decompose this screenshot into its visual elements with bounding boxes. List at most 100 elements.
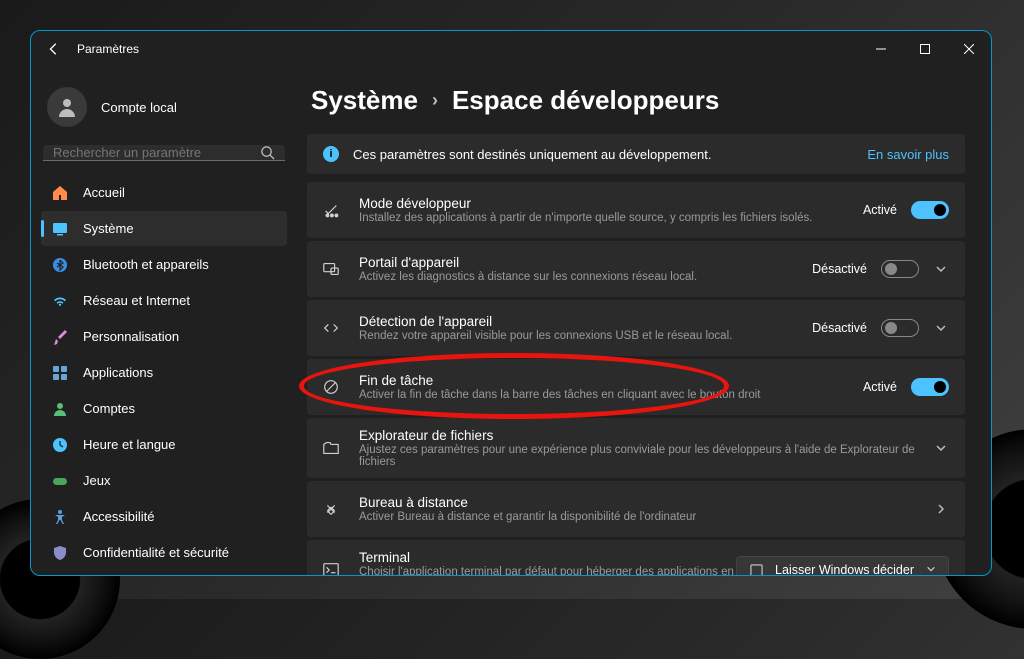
brush-icon — [51, 328, 69, 346]
sidebar-item-label: Confidentialité et sécurité — [83, 545, 229, 560]
sidebar-item-label: Personnalisation — [83, 329, 179, 344]
chevron-down-icon[interactable] — [933, 320, 949, 336]
setting-desc: Rendez votre appareil visible pour les c… — [359, 330, 812, 342]
sidebar-item-home[interactable]: Accueil — [41, 175, 287, 210]
toggle-state-label: Activé — [863, 203, 897, 217]
accounts-icon — [51, 400, 69, 418]
info-text: Ces paramètres sont destinés uniquement … — [353, 147, 711, 162]
sidebar-item-label: Réseau et Internet — [83, 293, 190, 308]
setting-card-3[interactable]: Fin de tâche Activer la fin de tâche dan… — [307, 359, 965, 415]
games-icon — [51, 472, 69, 490]
sidebar-item-system[interactable]: Système — [41, 211, 287, 246]
setting-desc: Installez des applications à partir de n… — [359, 212, 863, 224]
terminal-dropdown-label: Laisser Windows décider — [775, 563, 914, 575]
sidebar-item-games[interactable]: Jeux — [41, 463, 287, 498]
back-arrow-icon[interactable] — [45, 40, 63, 58]
toggle-switch[interactable] — [911, 378, 949, 396]
sidebar-item-accounts[interactable]: Comptes — [41, 391, 287, 426]
home-icon — [51, 184, 69, 202]
sidebar-item-label: Applications — [83, 365, 153, 380]
search-input[interactable] — [53, 145, 260, 160]
bluetooth-icon — [51, 256, 69, 274]
setting-card-0[interactable]: Mode développeur Installez des applicati… — [307, 182, 965, 238]
sidebar-item-time[interactable]: Heure et langue — [41, 427, 287, 462]
wifi-icon — [51, 292, 69, 310]
privacy-icon — [51, 544, 69, 562]
window-title: Paramètres — [77, 42, 139, 56]
setting-title: Terminal — [359, 550, 736, 565]
sidebar-item-accessibility[interactable]: Accessibilité — [41, 499, 287, 534]
setting-card-4[interactable]: Explorateur de fichiers Ajustez ces para… — [307, 418, 965, 478]
setting-card-2[interactable]: Détection de l'appareil Rendez votre app… — [307, 300, 965, 356]
sidebar-item-label: Heure et langue — [83, 437, 176, 452]
setting-right — [933, 501, 949, 517]
sidebar-item-update[interactable]: Windows Update — [41, 571, 287, 575]
setting-icon-6 — [321, 560, 341, 575]
search-box[interactable] — [43, 145, 285, 161]
toggle-switch[interactable] — [881, 260, 919, 278]
setting-icon-2 — [321, 318, 341, 338]
sidebar: Compte local Accueil Système Bluetooth et … — [31, 67, 297, 575]
toggle-state-label: Activé — [863, 380, 897, 394]
setting-title: Mode développeur — [359, 196, 863, 211]
setting-text: Terminal Choisir l'application terminal … — [359, 550, 736, 575]
sidebar-item-apps[interactable]: Applications — [41, 355, 287, 390]
sidebar-item-label: Comptes — [83, 401, 135, 416]
terminal-small-icon — [749, 563, 763, 575]
setting-title: Bureau à distance — [359, 495, 933, 510]
chevron-down-icon[interactable] — [933, 261, 949, 277]
toggle-switch[interactable] — [911, 201, 949, 219]
setting-icon-1 — [321, 259, 341, 279]
search-icon — [260, 145, 275, 160]
setting-text: Portail d'appareil Activez les diagnosti… — [359, 255, 812, 283]
minimize-button[interactable] — [859, 31, 903, 67]
setting-title: Portail d'appareil — [359, 255, 812, 270]
chevron-right-icon: › — [432, 90, 438, 111]
terminal-dropdown[interactable]: Laisser Windows décider — [736, 556, 949, 575]
setting-text: Détection de l'appareil Rendez votre app… — [359, 314, 812, 342]
sidebar-item-brush[interactable]: Personnalisation — [41, 319, 287, 354]
chevron-right-icon[interactable] — [933, 501, 949, 517]
toggle-state-label: Désactivé — [812, 321, 867, 335]
close-button[interactable] — [947, 31, 991, 67]
accessibility-icon — [51, 508, 69, 526]
avatar — [47, 87, 87, 127]
breadcrumb-system[interactable]: Système — [311, 85, 418, 116]
setting-text: Explorateur de fichiers Ajustez ces para… — [359, 428, 933, 468]
setting-card-5[interactable]: Bureau à distance Activer Bureau à dista… — [307, 481, 965, 537]
sidebar-item-label: Accessibilité — [83, 509, 155, 524]
setting-desc: Activer la fin de tâche dans la barre de… — [359, 389, 863, 401]
setting-text: Bureau à distance Activer Bureau à dista… — [359, 495, 933, 523]
setting-right: Laisser Windows décider — [736, 556, 949, 575]
toggle-state-label: Désactivé — [812, 262, 867, 276]
sidebar-item-label: Système — [83, 221, 134, 236]
setting-icon-3 — [321, 377, 341, 397]
setting-text: Mode développeur Installez des applicati… — [359, 196, 863, 224]
toggle-switch[interactable] — [881, 319, 919, 337]
maximize-button[interactable] — [903, 31, 947, 67]
setting-title: Explorateur de fichiers — [359, 428, 933, 443]
setting-icon-0 — [321, 200, 341, 220]
profile-block[interactable]: Compte local — [37, 75, 291, 141]
setting-right: Activé — [863, 378, 949, 396]
chevron-down-icon[interactable] — [933, 440, 949, 456]
profile-name: Compte local — [101, 100, 177, 115]
sidebar-item-wifi[interactable]: Réseau et Internet — [41, 283, 287, 318]
learn-more-link[interactable]: En savoir plus — [867, 147, 949, 162]
sidebar-item-bluetooth[interactable]: Bluetooth et appareils — [41, 247, 287, 282]
setting-icon-5 — [321, 499, 341, 519]
setting-card-6[interactable]: Terminal Choisir l'application terminal … — [307, 540, 965, 575]
setting-desc: Choisir l'application terminal par défau… — [359, 566, 736, 575]
sidebar-item-label: Bluetooth et appareils — [83, 257, 209, 272]
setting-desc: Ajustez ces paramètres pour une expérien… — [359, 444, 933, 468]
setting-card-1[interactable]: Portail d'appareil Activez les diagnosti… — [307, 241, 965, 297]
time-icon — [51, 436, 69, 454]
settings-window: Paramètres Compte local — [30, 30, 992, 576]
setting-right: Désactivé — [812, 260, 949, 278]
breadcrumb-page: Espace développeurs — [452, 85, 719, 116]
info-icon: i — [323, 146, 339, 162]
setting-title: Détection de l'appareil — [359, 314, 812, 329]
sidebar-item-privacy[interactable]: Confidentialité et sécurité — [41, 535, 287, 570]
system-icon — [51, 220, 69, 238]
setting-icon-4 — [321, 438, 341, 458]
